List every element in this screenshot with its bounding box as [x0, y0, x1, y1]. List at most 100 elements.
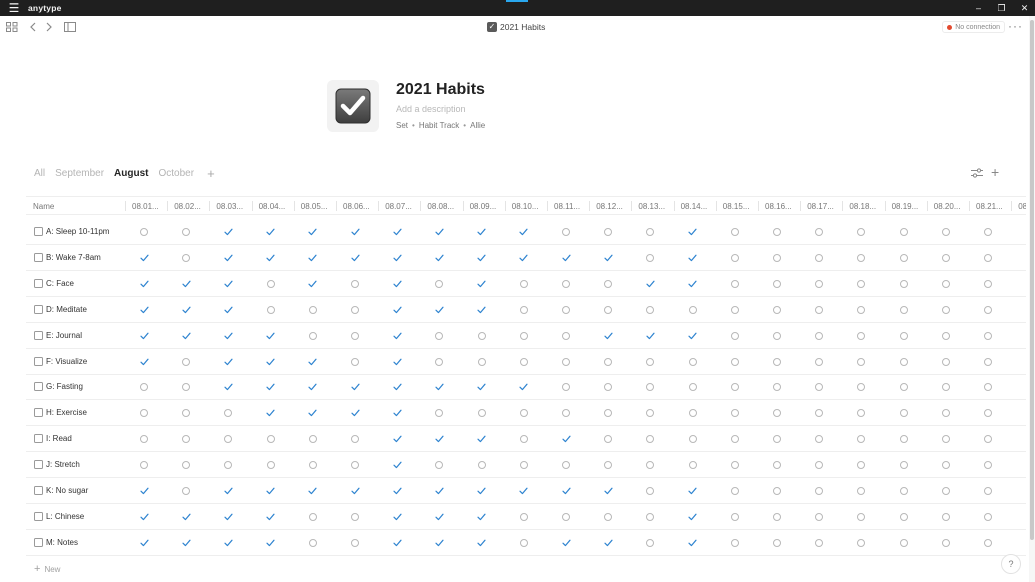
- empty-circle-icon[interactable]: [814, 486, 824, 496]
- empty-circle-icon[interactable]: [814, 434, 824, 444]
- check-mark-icon[interactable]: [392, 305, 402, 315]
- page-title[interactable]: 2021 Habits: [396, 80, 485, 100]
- scrollbar-thumb[interactable]: [1030, 20, 1034, 540]
- empty-circle-icon[interactable]: [899, 408, 909, 418]
- empty-circle-icon[interactable]: [772, 331, 782, 341]
- date-column-header[interactable]: 08.11...: [554, 202, 580, 211]
- empty-circle-icon[interactable]: [139, 434, 149, 444]
- table-row[interactable]: G: Fasting: [26, 374, 1026, 401]
- description-field[interactable]: Add a description: [396, 104, 466, 114]
- check-mark-icon[interactable]: [266, 357, 276, 367]
- check-mark-icon[interactable]: [181, 279, 191, 289]
- tab-all[interactable]: All: [34, 168, 45, 179]
- empty-circle-icon[interactable]: [772, 279, 782, 289]
- habit-name[interactable]: L: Chinese: [46, 512, 84, 521]
- date-column-header[interactable]: 08.20...: [934, 202, 961, 211]
- empty-circle-icon[interactable]: [1025, 331, 1026, 341]
- empty-circle-icon[interactable]: [730, 538, 740, 548]
- empty-circle-icon[interactable]: [730, 486, 740, 496]
- empty-circle-icon[interactable]: [1025, 408, 1026, 418]
- empty-circle-icon[interactable]: [1025, 382, 1026, 392]
- column-separator[interactable]: [547, 201, 548, 211]
- empty-circle-icon[interactable]: [350, 434, 360, 444]
- check-mark-icon[interactable]: [392, 279, 402, 289]
- meta-author[interactable]: Allie: [470, 121, 485, 130]
- empty-circle-icon[interactable]: [899, 253, 909, 263]
- date-column-header[interactable]: 08.10...: [512, 202, 539, 211]
- empty-circle-icon[interactable]: [519, 331, 529, 341]
- check-mark-icon[interactable]: [434, 253, 444, 263]
- check-mark-icon[interactable]: [139, 512, 149, 522]
- empty-circle-icon[interactable]: [688, 434, 698, 444]
- date-column-header[interactable]: 08.12...: [596, 202, 623, 211]
- column-separator[interactable]: [420, 201, 422, 211]
- table-row[interactable]: M: Notes: [26, 530, 1026, 556]
- empty-circle-icon[interactable]: [856, 460, 866, 470]
- empty-circle-icon[interactable]: [814, 538, 824, 548]
- empty-circle-icon[interactable]: [139, 227, 149, 237]
- grid-icon[interactable]: [5, 20, 19, 34]
- row-done-checkbox[interactable]: [34, 356, 43, 366]
- empty-circle-icon[interactable]: [772, 460, 782, 470]
- empty-circle-icon[interactable]: [266, 305, 276, 315]
- table-row[interactable]: L: Chinese: [26, 504, 1026, 530]
- column-separator[interactable]: [800, 201, 802, 211]
- date-column-header[interactable]: 08.14...: [681, 202, 708, 211]
- empty-circle-icon[interactable]: [814, 460, 824, 470]
- check-mark-icon[interactable]: [688, 279, 698, 289]
- empty-circle-icon[interactable]: [899, 357, 909, 367]
- check-mark-icon[interactable]: [561, 486, 571, 496]
- check-mark-icon[interactable]: [308, 279, 318, 289]
- connection-status-badge[interactable]: No connection: [942, 21, 1005, 33]
- check-mark-icon[interactable]: [181, 538, 191, 548]
- check-mark-icon[interactable]: [519, 253, 529, 263]
- check-mark-icon[interactable]: [266, 538, 276, 548]
- empty-circle-icon[interactable]: [814, 408, 824, 418]
- meta-type[interactable]: Set: [396, 121, 408, 130]
- empty-circle-icon[interactable]: [941, 408, 951, 418]
- check-mark-icon[interactable]: [392, 486, 402, 496]
- empty-circle-icon[interactable]: [1025, 434, 1026, 444]
- empty-circle-icon[interactable]: [519, 357, 529, 367]
- empty-circle-icon[interactable]: [730, 434, 740, 444]
- empty-circle-icon[interactable]: [983, 512, 993, 522]
- empty-circle-icon[interactable]: [983, 486, 993, 496]
- check-mark-icon[interactable]: [266, 486, 276, 496]
- empty-circle-icon[interactable]: [688, 460, 698, 470]
- date-column-header[interactable]: 08.18...: [849, 202, 876, 211]
- check-mark-icon[interactable]: [392, 460, 402, 470]
- minimize-button[interactable]: –: [974, 3, 983, 13]
- empty-circle-icon[interactable]: [941, 486, 951, 496]
- column-separator[interactable]: [715, 201, 717, 211]
- empty-circle-icon[interactable]: [645, 512, 655, 522]
- empty-circle-icon[interactable]: [814, 357, 824, 367]
- check-mark-icon[interactable]: [139, 538, 149, 548]
- empty-circle-icon[interactable]: [477, 408, 487, 418]
- column-separator[interactable]: [251, 201, 253, 211]
- empty-circle-icon[interactable]: [772, 227, 782, 237]
- empty-circle-icon[interactable]: [730, 305, 740, 315]
- table-row[interactable]: H: Exercise: [26, 400, 1026, 427]
- empty-circle-icon[interactable]: [688, 408, 698, 418]
- empty-circle-icon[interactable]: [899, 538, 909, 548]
- empty-circle-icon[interactable]: [477, 357, 487, 367]
- empty-circle-icon[interactable]: [561, 382, 571, 392]
- empty-circle-icon[interactable]: [730, 253, 740, 263]
- check-mark-icon[interactable]: [308, 357, 318, 367]
- column-separator[interactable]: [293, 201, 295, 211]
- row-done-checkbox[interactable]: [34, 511, 43, 521]
- empty-circle-icon[interactable]: [1025, 460, 1026, 470]
- check-mark-icon[interactable]: [434, 434, 444, 444]
- check-mark-icon[interactable]: [223, 331, 233, 341]
- empty-circle-icon[interactable]: [814, 382, 824, 392]
- empty-circle-icon[interactable]: [603, 227, 613, 237]
- empty-circle-icon[interactable]: [814, 253, 824, 263]
- empty-circle-icon[interactable]: [983, 331, 993, 341]
- empty-circle-icon[interactable]: [223, 434, 233, 444]
- date-column-header[interactable]: 08.2: [1018, 202, 1026, 211]
- check-mark-icon[interactable]: [477, 538, 487, 548]
- more-options-button[interactable]: ···: [1008, 19, 1023, 33]
- empty-circle-icon[interactable]: [899, 460, 909, 470]
- habit-name[interactable]: E: Journal: [46, 331, 82, 340]
- table-row[interactable]: C: Face: [26, 271, 1026, 297]
